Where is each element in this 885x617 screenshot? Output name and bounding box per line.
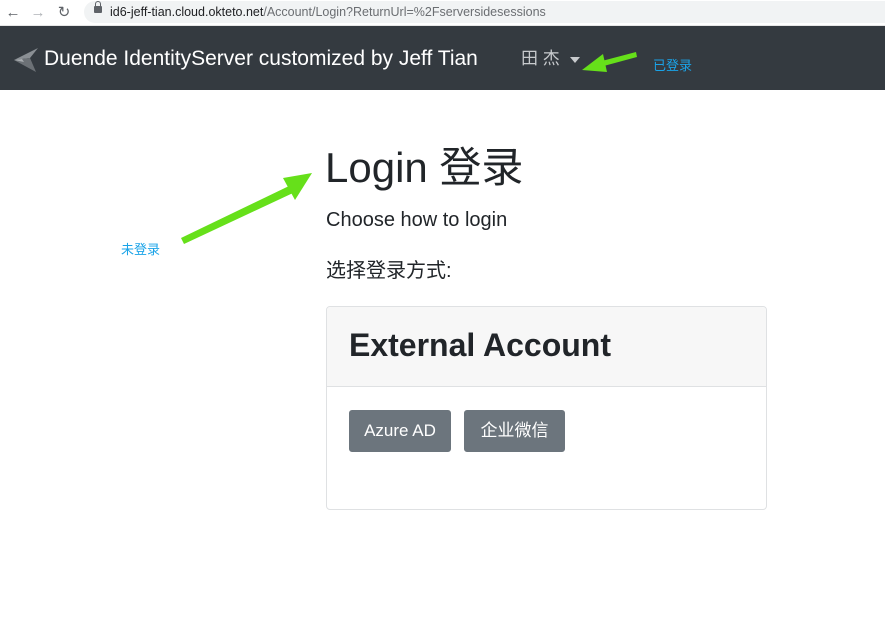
forward-arrow-icon[interactable]: → <box>29 4 47 22</box>
top-navbar: Duende IdentityServer customized by Jeff… <box>0 26 885 90</box>
browser-toolbar: ← → ↻ id6-jeff-tian.cloud.okteto.net/Acc… <box>0 0 885 26</box>
arrow-to-login-title <box>181 173 312 244</box>
user-menu-toggle[interactable]: 田 杰 <box>521 47 560 71</box>
url-text[interactable]: id6-jeff-tian.cloud.okteto.net/Account/L… <box>110 4 546 20</box>
url-host: id6-jeff-tian.cloud.okteto.net <box>110 5 264 19</box>
address-bar[interactable]: id6-jeff-tian.cloud.okteto.net/Account/L… <box>84 1 885 23</box>
back-arrow-icon[interactable]: ← <box>4 4 22 22</box>
card-header: External Account <box>327 307 766 387</box>
url-path: /Account/Login?ReturnUrl=%2Fserversidese… <box>263 5 546 19</box>
brand-title[interactable]: Duende IdentityServer customized by Jeff… <box>44 45 478 73</box>
annotation-not-logged-in: 未登录 <box>121 242 161 257</box>
choose-method-label: 选择登录方式: <box>326 260 452 282</box>
duende-logo-icon[interactable] <box>12 46 40 74</box>
lock-icon[interactable] <box>94 1 102 13</box>
page-title: Login 登录 <box>325 144 524 191</box>
wecom-button[interactable]: 企业微信 <box>464 410 565 452</box>
azure-ad-button[interactable]: Azure AD <box>349 410 451 452</box>
card-title: External Account <box>349 327 611 363</box>
reload-icon[interactable]: ↻ <box>55 4 73 22</box>
external-account-card: External Account Azure AD 企业微信 <box>326 306 767 510</box>
annotation-logged-in: 已登录 <box>653 58 693 73</box>
lead-text: Choose how to login <box>326 209 508 231</box>
chevron-down-icon[interactable] <box>570 57 580 63</box>
